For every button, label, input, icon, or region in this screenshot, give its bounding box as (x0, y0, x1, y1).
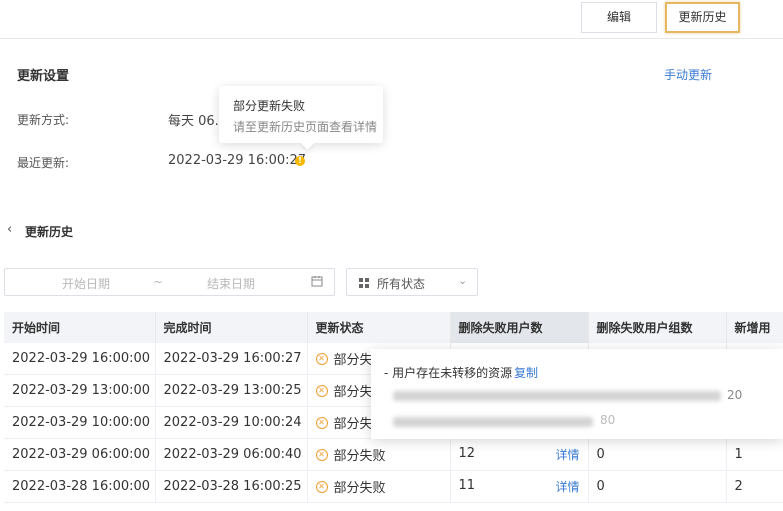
del-groups-count: 0 (588, 470, 727, 503)
status-cell: ✕ 部分失败 (307, 438, 451, 471)
last-update-value: 2022-03-29 16:00:27 (168, 153, 307, 168)
back-chevron-icon[interactable]: ‹ (7, 222, 12, 237)
date-separator: ~ (153, 275, 164, 289)
new-count: 2 (726, 470, 783, 503)
column-header-del-groups[interactable]: 删除失败用户组数 (588, 312, 727, 343)
partial-failure-popover: 部分更新失败 请至更新历史页面查看详情 (219, 86, 383, 150)
start-time: 2022-03-29 06:00:00 (4, 438, 156, 471)
popover-text: 请至更新历史页面查看详情 (233, 120, 378, 134)
start-time: 2022-03-29 10:00:00 (4, 406, 156, 439)
start-date-placeholder: 开始日期 (62, 277, 111, 291)
start-time: 2022-03-29 13:00:00 (4, 374, 156, 407)
column-header-new[interactable]: 新增用 (726, 312, 783, 343)
column-header-status[interactable]: 更新状态 (307, 312, 451, 343)
failure-icon: ✕ (315, 480, 328, 493)
edit-button[interactable]: 编辑 (581, 2, 657, 33)
end-time: 2022-03-29 16:00:27 (155, 343, 308, 375)
status-filter-value: 所有状态 (377, 277, 426, 291)
grid-icon (359, 277, 369, 291)
table-row: 2022-03-29 06:00:00 2022-03-29 06:00:40 … (4, 438, 783, 471)
column-header-start[interactable]: 开始时间 (4, 312, 156, 343)
new-count: 1 (726, 438, 783, 471)
date-range-picker[interactable]: 开始日期 ~ 结束日期 (4, 268, 335, 296)
manual-update-link[interactable]: 手动更新 (664, 66, 712, 83)
redacted-ids (393, 391, 721, 401)
del-groups-count: 0 (588, 438, 727, 471)
del-users-cell: 12 详情 (450, 438, 589, 471)
tooltip-tail-1: 20 (727, 388, 743, 402)
start-time: 2022-03-29 16:00:00 (4, 343, 156, 375)
detail-link[interactable]: 详情 (555, 446, 579, 463)
failure-icon: ✕ (315, 448, 328, 461)
del-users-count: 12 (458, 446, 476, 461)
tooltip-heading: - 用户存在未转移的资源 (384, 366, 513, 380)
end-time: 2022-03-28 16:00:25 (155, 470, 308, 503)
popover-title: 部分更新失败 (233, 99, 306, 113)
status-text: 部分失败 (333, 481, 386, 496)
last-update-label: 最近更新: (17, 156, 70, 170)
settings-title: 更新设置 (17, 69, 70, 84)
del-users-count: 11 (458, 478, 476, 493)
start-time: 2022-03-28 16:00:00 (4, 470, 156, 503)
status-text: 部分失败 (333, 449, 386, 464)
end-time: 2022-03-29 13:00:25 (155, 374, 308, 407)
del-users-cell: 11 详情 (450, 470, 589, 503)
copy-link[interactable]: 复制 (514, 364, 538, 381)
detail-link[interactable]: 详情 (555, 478, 579, 495)
end-time: 2022-03-29 10:00:24 (155, 406, 308, 439)
end-time: 2022-03-29 06:00:40 (155, 438, 308, 471)
resource-detail-tooltip: - 用户存在未转移的资源 复制 20 80 (371, 349, 783, 439)
warning-icon[interactable]: ! (295, 156, 305, 166)
update-history-button[interactable]: 更新历史 (665, 2, 740, 33)
failure-icon: ✕ (315, 416, 328, 429)
header-divider (0, 38, 783, 39)
end-date-placeholder: 结束日期 (207, 277, 256, 291)
status-cell: ✕ 部分失败 (307, 470, 451, 503)
failure-icon: ✕ (315, 384, 328, 397)
update-method-label: 更新方式: (17, 113, 70, 127)
column-header-del-users[interactable]: 删除失败用户数 (450, 312, 589, 343)
calendar-icon[interactable] (311, 275, 323, 290)
chevron-down-icon: ⌄ (458, 274, 468, 287)
column-header-end[interactable]: 完成时间 (155, 312, 308, 343)
history-title: 更新历史 (25, 225, 74, 239)
tooltip-tail-2: 80 (600, 413, 616, 427)
popover-arrow (301, 137, 314, 150)
table-header-row: 开始时间 完成时间 更新状态 删除失败用户数 删除失败用户组数 新增用 (4, 312, 783, 343)
failure-icon: ✕ (315, 352, 328, 365)
table-row: 2022-03-28 16:00:00 2022-03-28 16:00:25 … (4, 470, 783, 503)
status-filter-select[interactable]: 所有状态 ⌄ (346, 268, 478, 296)
redacted-ids (393, 417, 593, 427)
